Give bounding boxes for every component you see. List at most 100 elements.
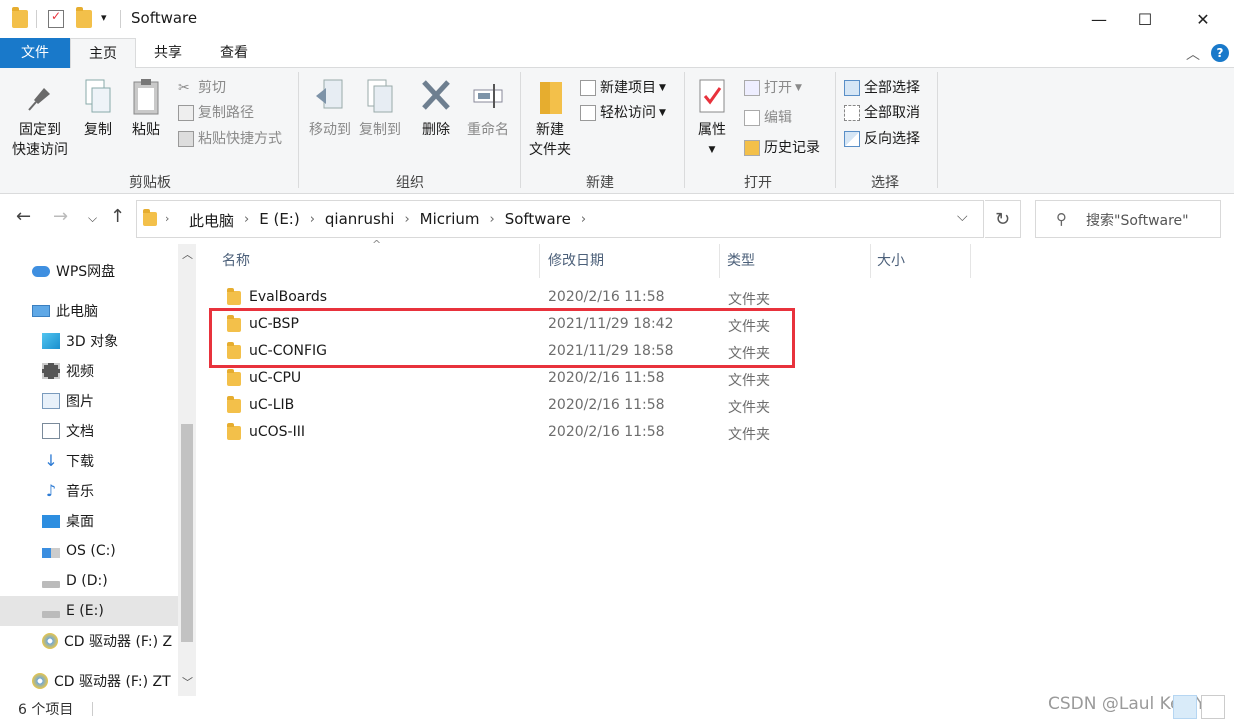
column-date-modified[interactable]: 修改日期 [542,244,720,278]
breadcrumb-item[interactable]: qianrushi [317,210,403,231]
forward-arrow-icon[interactable]: → [53,206,68,227]
paste-shortcut-button[interactable]: 粘贴快捷方式 [178,129,282,149]
nav-item-label: WPS网盘 [56,264,116,280]
recent-locations-icon[interactable]: ⌵ [88,211,97,226]
breadcrumb-item[interactable]: Micrium [412,210,488,231]
file-date: 2020/2/16 11:58 [548,370,665,386]
new-folder-button[interactable]: 新建 文件夹 [526,78,574,160]
video-icon [42,363,60,379]
up-arrow-icon[interactable]: ↑ [110,206,125,227]
close-button[interactable]: ✕ [1180,0,1226,38]
nav-item-this-pc[interactable]: 此电脑 [0,296,178,326]
edit-label: 编辑 [764,110,792,126]
chevron-right-icon[interactable]: › [402,210,411,231]
table-row[interactable]: uC-LIB 2020/2/16 11:58 文件夹 [216,393,976,420]
open-button[interactable]: 打开 ▼ [744,78,802,98]
column-name[interactable]: 名称 [216,244,540,278]
table-row[interactable]: uCOS-III 2020/2/16 11:58 文件夹 [216,420,976,447]
new-item-button[interactable]: 新建项目 ▼ [580,78,666,98]
nav-item-desktop[interactable]: 桌面 [0,506,178,536]
properties-check-icon [696,78,728,116]
tab-share[interactable]: 共享 [140,38,196,68]
properties-button[interactable]: 属性 ▼ [692,78,732,160]
nav-item-videos[interactable]: 视频 [0,356,178,386]
column-size[interactable]: 大小 [871,244,971,278]
nav-item-pictures[interactable]: 图片 [0,386,178,416]
easy-access-button[interactable]: 轻松访问 ▼ [580,103,666,123]
search-input[interactable]: ⚲ 搜索"Software" [1035,200,1221,238]
nav-item-e-drive[interactable]: E (E:) [0,596,178,626]
nav-item-d-drive[interactable]: D (D:) [0,566,178,596]
address-bar[interactable]: › 此电脑 › E (E:) › qianrushi › Micrium › S… [136,200,984,238]
new-folder-icon[interactable] [76,7,92,28]
group-label-new: 新建 [586,175,614,191]
copy-button[interactable]: 复制 [78,78,118,140]
minimize-button[interactable]: — [1076,0,1122,38]
nav-item-downloads[interactable]: ↓ 下载 [0,446,178,476]
breadcrumb-item[interactable]: E (E:) [251,210,307,231]
group-label-select: 选择 [871,175,899,191]
history-icon [744,140,760,156]
chevron-right-icon[interactable]: › [579,210,588,231]
tab-home[interactable]: 主页 [70,38,136,69]
nav-item-c-drive[interactable]: OS (C:) [0,536,178,566]
nav-item-label: CD 驱动器 (F:) Z [64,634,173,650]
breadcrumb: 此电脑 › E (E:) › qianrushi › Micrium › Sof… [181,210,588,231]
nav-item-wps[interactable]: WPS网盘 [0,256,178,286]
history-button[interactable]: 历史记录 [744,138,820,158]
nav-scrollbar[interactable]: ︿ ﹀ [178,244,196,696]
nav-item-label: 3D 对象 [66,334,119,350]
nav-item-cd-drive-root[interactable]: CD 驱动器 (F:) ZT [0,666,178,696]
breadcrumb-item[interactable]: 此电脑 [181,210,242,231]
copy-to-button[interactable]: 复制到 [356,78,404,140]
divider [835,72,836,188]
copy-to-icon [364,78,396,116]
move-to-button[interactable]: 移动到 [306,78,354,140]
refresh-button[interactable]: ↻ [985,200,1021,238]
nav-item-label: 图片 [66,394,94,410]
edit-button[interactable]: 编辑 [744,108,792,128]
column-type[interactable]: 类型 [721,244,871,278]
drive-icon [42,610,60,618]
customize-quick-access-icon[interactable]: ▾ [101,11,107,24]
chevron-down-icon: ▼ [708,145,716,155]
cut-button[interactable]: ✂ 剪切 [178,78,226,98]
scroll-down-icon[interactable]: ﹀ [182,674,193,690]
chevron-right-icon[interactable]: › [242,210,251,231]
pin-quick-access-button[interactable]: 固定到 快速访问 [8,78,72,160]
delete-button[interactable]: 删除 [416,78,456,140]
tab-view[interactable]: 查看 [206,38,262,68]
details-view-button[interactable] [1173,695,1197,719]
select-all-icon [844,80,860,96]
tab-file[interactable]: 文件 [0,38,70,68]
refresh-icon: ↻ [994,208,1011,230]
search-icon: ⚲ [1056,210,1067,228]
maximize-button[interactable]: ☐ [1122,0,1168,38]
nav-item-music[interactable]: ♪ 音乐 [0,476,178,506]
select-all-button[interactable]: 全部选择 [844,78,920,98]
invert-selection-button[interactable]: 反向选择 [844,129,920,149]
delete-label: 删除 [422,122,450,138]
search-placeholder: 搜索"Software" [1086,213,1189,229]
breadcrumb-item[interactable]: Software [497,210,579,231]
item-count: 6 个项目 [18,702,74,718]
nav-item-cd-drive[interactable]: CD 驱动器 (F:) Z [0,626,178,656]
properties-icon[interactable]: ✓ [48,9,64,28]
chevron-right-icon[interactable]: › [487,210,496,231]
collapse-ribbon-icon[interactable]: ︿ [1186,44,1200,64]
table-row[interactable]: uC-CPU 2020/2/16 11:58 文件夹 [216,366,976,393]
nav-item-3d-objects[interactable]: 3D 对象 [0,326,178,356]
rename-button[interactable]: 重命名 [464,78,512,140]
copy-path-button[interactable]: 复制路径 [178,103,254,123]
scrollbar-thumb[interactable] [181,424,193,642]
large-icons-view-button[interactable] [1201,695,1225,719]
divider [92,702,93,716]
select-none-button[interactable]: 全部取消 [844,103,920,123]
back-arrow-icon[interactable]: ← [16,206,31,227]
paste-button[interactable]: 粘贴 [126,78,166,140]
scroll-up-icon[interactable]: ︿ [182,246,193,262]
nav-item-documents[interactable]: 文档 [0,416,178,446]
address-dropdown-icon[interactable]: ⌵ [957,209,968,225]
chevron-right-icon[interactable]: › [308,210,317,231]
help-icon[interactable]: ? [1211,44,1229,62]
